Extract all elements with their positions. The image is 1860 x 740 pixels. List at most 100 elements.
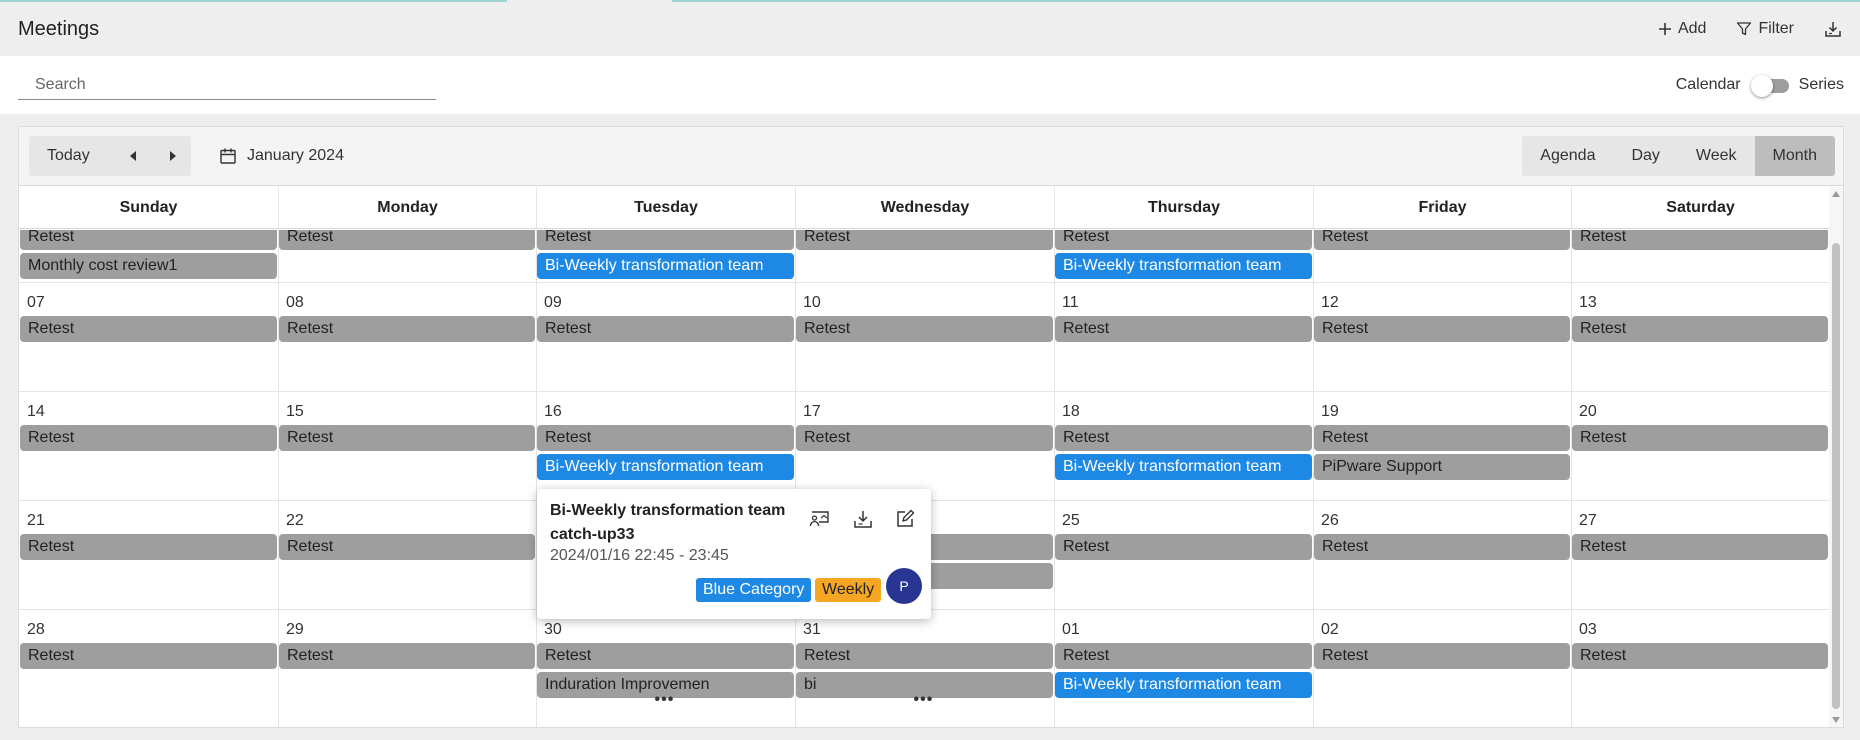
calendar-event[interactable]: Retest [796,230,1053,250]
day-number[interactable]: 30 [544,621,562,639]
triangle-right-icon [170,151,176,161]
calendar-event[interactable]: Retest [20,316,277,342]
previous-button[interactable] [125,148,141,164]
scroll-down-arrow[interactable] [1832,717,1840,723]
calendar-event[interactable]: Retest [279,534,535,560]
presentation-icon[interactable] [809,509,831,529]
calendar-event[interactable]: Retest [1572,643,1828,669]
date-picker[interactable]: January 2024 [219,147,344,165]
calendar-event[interactable]: Monthly cost review1 [20,253,277,279]
calendar-event[interactable]: Bi-Weekly transformation team [537,253,794,279]
calendar-event[interactable]: Retest [279,316,535,342]
calendar-event[interactable]: Retest [279,425,535,451]
scroll-thumb[interactable] [1832,243,1840,709]
view-switch[interactable] [1750,75,1789,97]
calendar-event[interactable]: Retest [1055,643,1312,669]
day-number[interactable]: 16 [544,403,562,421]
calendar-event[interactable]: Retest [796,643,1053,669]
day-number[interactable]: 13 [1579,294,1597,312]
series-toggle-label: Series [1798,76,1844,93]
day-number[interactable]: 08 [286,294,304,312]
calendar-event[interactable]: Bi-Weekly transformation team [1055,672,1312,698]
add-button[interactable]: Add [1658,20,1706,38]
calendar-scrollbar[interactable] [1829,187,1843,727]
calendar-event[interactable]: Retest [1314,534,1570,560]
calendar-event[interactable]: Retest [796,316,1053,342]
calendar-event[interactable]: Retest [1572,316,1828,342]
download-icon[interactable] [853,509,873,529]
calendar-event[interactable]: Retest [20,425,277,451]
day-number[interactable]: 20 [1579,403,1597,421]
day-number[interactable]: 07 [27,294,45,312]
day-number[interactable]: 26 [1321,512,1339,530]
calendar-event[interactable]: Retest [537,316,794,342]
day-number[interactable]: 18 [1062,403,1080,421]
calendar-event[interactable]: Retest [279,643,535,669]
more-events-button[interactable]: ••• [914,691,934,709]
day-number[interactable]: 12 [1321,294,1339,312]
calendar-event[interactable]: PiPware Support [1314,454,1570,480]
day-number[interactable]: 03 [1579,621,1597,639]
view-day-button[interactable]: Day [1613,136,1677,176]
calendar-event[interactable]: Retest [1055,230,1312,250]
calendar-event[interactable]: Retest [796,425,1053,451]
search-field [18,70,436,100]
calendar-event[interactable]: Retest [20,534,277,560]
calendar-event[interactable]: Retest [537,425,794,451]
calendar-event[interactable]: Retest [1572,425,1828,451]
calendar-event[interactable]: Retest [537,643,794,669]
filter-button[interactable]: Filter [1736,20,1794,38]
download-icon [1825,22,1841,37]
day-number[interactable]: 11 [1062,294,1079,312]
next-button[interactable] [165,148,181,164]
day-number[interactable]: 21 [27,512,45,530]
calendar-event[interactable]: Bi-Weekly transformation team [537,454,794,480]
view-agenda-button[interactable]: Agenda [1522,136,1613,176]
calendar-event[interactable]: Retest [537,230,794,250]
calendar-event[interactable]: Retest [1055,425,1312,451]
calendar-event[interactable]: Retest [1055,316,1312,342]
day-number[interactable]: 22 [286,512,304,530]
calendar-event[interactable]: Retest [1055,534,1312,560]
calendar-event[interactable]: Retest [279,230,535,250]
day-number[interactable]: 19 [1321,403,1339,421]
calendar-event[interactable]: Retest [20,230,277,250]
day-number[interactable]: 29 [286,621,304,639]
calendar-event[interactable]: Retest [1314,425,1570,451]
avatar[interactable]: P [886,568,922,604]
day-number[interactable]: 09 [544,294,562,312]
export-button[interactable] [1824,20,1842,38]
day-number[interactable]: 01 [1062,621,1080,639]
scroll-up-arrow[interactable] [1832,191,1840,197]
add-label: Add [1677,20,1707,37]
calendar-event[interactable]: Bi-Weekly transformation team [1055,454,1312,480]
day-number[interactable]: 14 [27,403,45,421]
view-week-button[interactable]: Week [1678,136,1755,176]
day-number[interactable]: 15 [286,403,304,421]
calendar-event[interactable]: Retest [1572,534,1828,560]
calendar-event[interactable]: Retest [1314,316,1570,342]
calendar-event[interactable]: Bi-Weekly transformation team [1055,253,1312,279]
day-number[interactable]: 02 [1321,621,1339,639]
day-number[interactable]: 28 [27,621,45,639]
weekday-header: Sunday Monday Tuesday Wednesday Thursday Frid… [19,187,1829,229]
day-number[interactable]: 31 [803,621,821,639]
today-button[interactable]: Today [47,147,90,165]
category-tag: Blue Category [696,578,812,602]
calendar-event[interactable]: Retest [1572,230,1828,250]
calendar-event[interactable]: Retest [20,643,277,669]
view-month-button[interactable]: Month [1754,136,1835,176]
filter-label: Filter [1758,20,1794,37]
calendar-panel: Today January 2024 Agenda Day Week Month Su… [18,126,1844,728]
edit-icon[interactable] [895,509,915,529]
day-number[interactable]: 10 [803,294,821,312]
calendar-event[interactable]: Retest [1314,230,1570,250]
more-events-button[interactable]: ••• [655,691,675,709]
day-number[interactable]: 27 [1579,512,1597,530]
calendar-series-toggle: Calendar Series [1675,75,1844,97]
day-number[interactable]: 25 [1062,512,1080,530]
day-number[interactable]: 17 [803,403,821,421]
calendar-event[interactable]: Retest [1314,643,1570,669]
calendar-toggle-label: Calendar [1675,76,1741,93]
search-input[interactable] [18,70,436,99]
